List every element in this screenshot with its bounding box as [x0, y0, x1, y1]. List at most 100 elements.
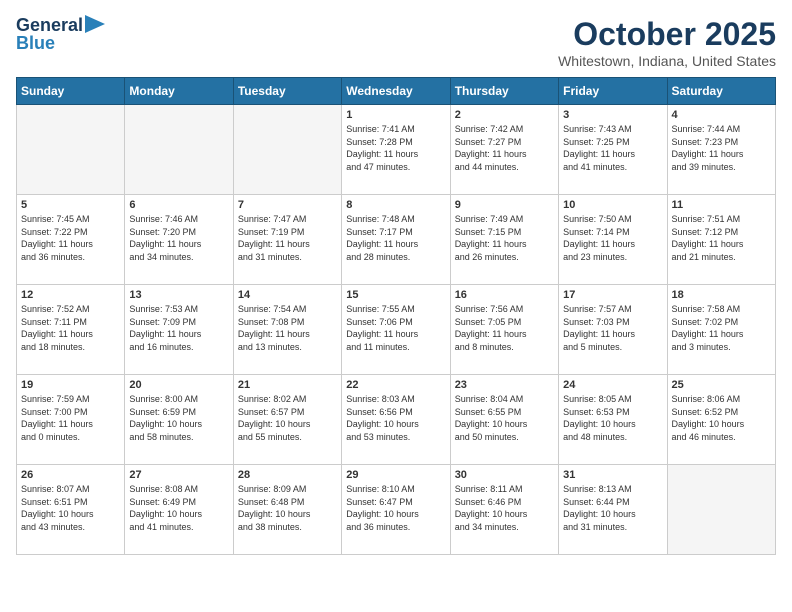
day-info: Sunrise: 8:09 AMSunset: 6:48 PMDaylight:… [238, 483, 337, 533]
day-info: Sunrise: 7:53 AMSunset: 7:09 PMDaylight:… [129, 303, 228, 353]
calendar-cell: 19 Sunrise: 7:59 AMSunset: 7:00 PMDayligh… [17, 375, 125, 465]
day-number: 29 [346, 469, 445, 481]
logo-arrow-icon [85, 15, 105, 33]
page-header: General Blue October 2025 Whitestown, In… [16, 16, 776, 69]
logo: General Blue [16, 16, 105, 52]
day-number: 15 [346, 289, 445, 301]
calendar-cell: 6Sunrise: 7:46 AMSunset: 7:20 PMDaylight… [125, 195, 233, 285]
calendar-cell: 10Sunrise: 7:50 AMSunset: 7:14 PMDayligh… [559, 195, 667, 285]
calendar-week-row: 26Sunrise: 8:07 AMSunset: 6:51 PMDayligh… [17, 465, 776, 555]
day-info: Sunrise: 7:49 AMSunset: 7:15 PMDaylight:… [455, 213, 554, 263]
day-number: 12 [21, 289, 120, 301]
day-info: Sunrise: 7:56 AMSunset: 7:05 PMDaylight:… [455, 303, 554, 353]
calendar-cell: 17Sunrise: 7:57 AMSunset: 7:03 PMDayligh… [559, 285, 667, 375]
calendar-cell: 7 Sunrise: 7:47 AMSunset: 7:19 PMDaylight… [233, 195, 341, 285]
day-number: 18 [672, 289, 771, 301]
calendar-cell [125, 105, 233, 195]
calendar-cell: 29 Sunrise: 8:10 AMSunset: 6:47 PMDayligh… [342, 465, 450, 555]
calendar-subtitle: Whitestown, Indiana, United States [558, 53, 776, 69]
day-info: Sunrise: 7:47 AMSunset: 7:19 PMDaylight:… [238, 213, 337, 263]
day-number: 7 [238, 199, 337, 211]
day-number: 3 [563, 109, 662, 121]
calendar-cell: 20 Sunrise: 8:00 AMSunset: 6:59 PMDayligh… [125, 375, 233, 465]
calendar-cell: 26Sunrise: 8:07 AMSunset: 6:51 PMDayligh… [17, 465, 125, 555]
day-info: Sunrise: 8:00 AMSunset: 6:59 PMDaylight:… [129, 393, 228, 443]
calendar-table: SundayMondayTuesdayWednesdayThursdayFrid… [16, 77, 776, 555]
calendar-cell: 5Sunrise: 7:45 AMSunset: 7:22 PMDaylight… [17, 195, 125, 285]
day-info: Sunrise: 7:50 AMSunset: 7:14 PMDaylight:… [563, 213, 662, 263]
day-info: Sunrise: 7:52 AMSunset: 7:11 PMDaylight:… [21, 303, 120, 353]
day-info: Sunrise: 7:55 AMSunset: 7:06 PMDaylight:… [346, 303, 445, 353]
calendar-cell: 11 Sunrise: 7:51 AMSunset: 7:12 PMDayligh… [667, 195, 775, 285]
calendar-cell: 30Sunrise: 8:11 AMSunset: 6:46 PMDayligh… [450, 465, 558, 555]
calendar-week-row: 5Sunrise: 7:45 AMSunset: 7:22 PMDaylight… [17, 195, 776, 285]
calendar-cell: 12 Sunrise: 7:52 AMSunset: 7:11 PMDayligh… [17, 285, 125, 375]
calendar-cell: 28 Sunrise: 8:09 AMSunset: 6:48 PMDayligh… [233, 465, 341, 555]
calendar-cell: 14Sunrise: 7:54 AMSunset: 7:08 PMDayligh… [233, 285, 341, 375]
day-number: 24 [563, 379, 662, 391]
day-number: 13 [129, 289, 228, 301]
day-number: 30 [455, 469, 554, 481]
day-info: Sunrise: 7:57 AMSunset: 7:03 PMDaylight:… [563, 303, 662, 353]
logo-blue-text: Blue [16, 34, 55, 52]
calendar-cell: 4 Sunrise: 7:44 AMSunset: 7:23 PMDaylight… [667, 105, 775, 195]
header-thursday: Thursday [450, 78, 558, 105]
calendar-cell: 31Sunrise: 8:13 AMSunset: 6:44 PMDayligh… [559, 465, 667, 555]
calendar-title: October 2025 [558, 16, 776, 53]
day-number: 9 [455, 199, 554, 211]
calendar-cell: 13 Sunrise: 7:53 AMSunset: 7:09 PMDayligh… [125, 285, 233, 375]
header-wednesday: Wednesday [342, 78, 450, 105]
day-number: 14 [238, 289, 337, 301]
calendar-cell [17, 105, 125, 195]
day-number: 27 [129, 469, 228, 481]
day-info: Sunrise: 7:41 AMSunset: 7:28 PMDaylight:… [346, 123, 445, 173]
day-info: Sunrise: 8:10 AMSunset: 6:47 PMDaylight:… [346, 483, 445, 533]
calendar-cell: 18 Sunrise: 7:58 AMSunset: 7:02 PMDayligh… [667, 285, 775, 375]
day-number: 22 [346, 379, 445, 391]
day-info: Sunrise: 8:04 AMSunset: 6:55 PMDaylight:… [455, 393, 554, 443]
day-info: Sunrise: 8:08 AMSunset: 6:49 PMDaylight:… [129, 483, 228, 533]
day-number: 23 [455, 379, 554, 391]
day-info: Sunrise: 8:06 AMSunset: 6:52 PMDaylight:… [672, 393, 771, 443]
day-number: 1 [346, 109, 445, 121]
calendar-cell: 9 Sunrise: 7:49 AMSunset: 7:15 PMDaylight… [450, 195, 558, 285]
calendar-week-row: 19 Sunrise: 7:59 AMSunset: 7:00 PMDayligh… [17, 375, 776, 465]
calendar-header-row: SundayMondayTuesdayWednesdayThursdayFrid… [17, 78, 776, 105]
day-info: Sunrise: 7:58 AMSunset: 7:02 PMDaylight:… [672, 303, 771, 353]
calendar-cell: 27 Sunrise: 8:08 AMSunset: 6:49 PMDayligh… [125, 465, 233, 555]
day-number: 11 [672, 199, 771, 211]
header-friday: Friday [559, 78, 667, 105]
calendar-week-row: 12 Sunrise: 7:52 AMSunset: 7:11 PMDayligh… [17, 285, 776, 375]
header-monday: Monday [125, 78, 233, 105]
day-info: Sunrise: 7:44 AMSunset: 7:23 PMDaylight:… [672, 123, 771, 173]
day-number: 20 [129, 379, 228, 391]
calendar-cell: 21Sunrise: 8:02 AMSunset: 6:57 PMDayligh… [233, 375, 341, 465]
day-number: 28 [238, 469, 337, 481]
logo-general-text: General [16, 16, 83, 34]
day-number: 16 [455, 289, 554, 301]
day-info: Sunrise: 7:42 AMSunset: 7:27 PMDaylight:… [455, 123, 554, 173]
calendar-cell: 8Sunrise: 7:48 AMSunset: 7:17 PMDaylight… [342, 195, 450, 285]
calendar-cell: 24Sunrise: 8:05 AMSunset: 6:53 PMDayligh… [559, 375, 667, 465]
day-info: Sunrise: 8:02 AMSunset: 6:57 PMDaylight:… [238, 393, 337, 443]
calendar-cell: 23 Sunrise: 8:04 AMSunset: 6:55 PMDayligh… [450, 375, 558, 465]
calendar-cell: 1 Sunrise: 7:41 AMSunset: 7:28 PMDaylight… [342, 105, 450, 195]
header-sunday: Sunday [17, 78, 125, 105]
calendar-cell: 2 Sunrise: 7:42 AMSunset: 7:27 PMDaylight… [450, 105, 558, 195]
calendar-cell [667, 465, 775, 555]
day-info: Sunrise: 7:45 AMSunset: 7:22 PMDaylight:… [21, 213, 120, 263]
header-tuesday: Tuesday [233, 78, 341, 105]
day-number: 31 [563, 469, 662, 481]
day-info: Sunrise: 8:03 AMSunset: 6:56 PMDaylight:… [346, 393, 445, 443]
header-saturday: Saturday [667, 78, 775, 105]
day-number: 26 [21, 469, 120, 481]
calendar-cell: 25Sunrise: 8:06 AMSunset: 6:52 PMDayligh… [667, 375, 775, 465]
day-number: 2 [455, 109, 554, 121]
day-number: 4 [672, 109, 771, 121]
day-info: Sunrise: 7:46 AMSunset: 7:20 PMDaylight:… [129, 213, 228, 263]
day-number: 19 [21, 379, 120, 391]
day-info: Sunrise: 7:51 AMSunset: 7:12 PMDaylight:… [672, 213, 771, 263]
calendar-cell [233, 105, 341, 195]
calendar-cell: 3Sunrise: 7:43 AMSunset: 7:25 PMDaylight… [559, 105, 667, 195]
day-info: Sunrise: 7:59 AMSunset: 7:00 PMDaylight:… [21, 393, 120, 443]
